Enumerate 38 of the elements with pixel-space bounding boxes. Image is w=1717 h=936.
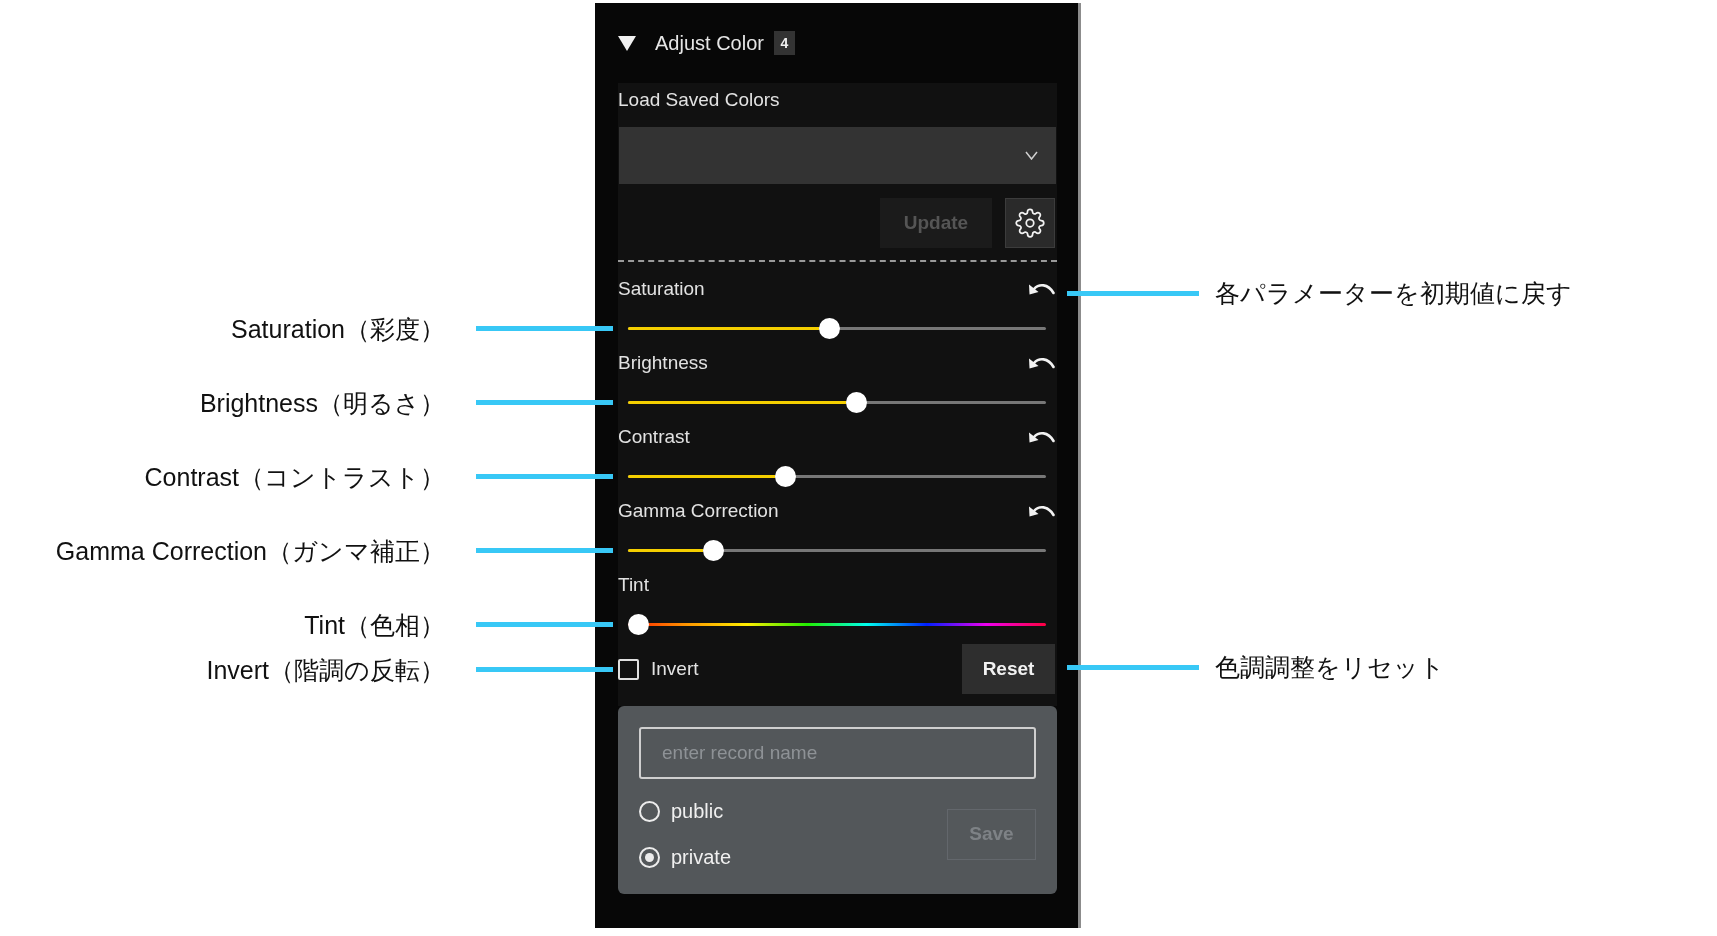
annotation-label: Saturation（彩度）	[231, 314, 445, 344]
undo-icon[interactable]	[1028, 430, 1055, 444]
radio-label[interactable]: public	[671, 796, 724, 826]
section-label: Load Saved Colors	[618, 88, 780, 112]
slider-label: Saturation	[618, 276, 705, 301]
annotation-label: Invert（階調の反転）	[206, 655, 445, 685]
settings-button[interactable]	[1005, 198, 1055, 248]
undo-icon[interactable]	[1028, 356, 1055, 370]
annotation-label: Tint（色相）	[304, 610, 445, 640]
slider-label: Tint	[618, 572, 649, 597]
slider-thumb[interactable]	[774, 465, 796, 487]
checkbox-label[interactable]: Invert	[651, 654, 699, 684]
radio-button[interactable]	[639, 800, 660, 822]
count-badge: 4	[773, 31, 795, 55]
annotation-label: 各パラメーターを初期値に戻す	[1215, 278, 1572, 308]
chevron-down-icon	[1025, 151, 1038, 160]
slider-thumb[interactable]	[628, 613, 649, 635]
checkbox[interactable]	[618, 658, 639, 680]
record-name-field[interactable]: enter record name	[639, 727, 1036, 779]
radio-button[interactable]	[639, 846, 660, 868]
annotation-label: Gamma Correction（ガンマ補正）	[55, 536, 445, 566]
annotation-label: Brightness（明るさ）	[199, 388, 445, 418]
slider-thumb[interactable]	[818, 317, 840, 339]
settings-icon	[1015, 208, 1045, 238]
dropdown-field[interactable]	[619, 127, 1056, 184]
undo-icon[interactable]	[1028, 282, 1055, 296]
radio-label[interactable]: private	[671, 842, 732, 872]
disclosure-triangle-icon[interactable]	[618, 35, 636, 51]
reset-button[interactable]: Reset	[962, 644, 1055, 694]
panel-title: Adjust Color	[655, 31, 764, 56]
slider-thumb[interactable]	[703, 539, 725, 561]
undo-icon[interactable]	[1028, 504, 1055, 518]
slider-label: Gamma Correction	[618, 498, 779, 523]
slider-label: Brightness	[618, 350, 708, 375]
slider-label: Contrast	[618, 424, 690, 449]
annotation-label: Contrast（コントラスト）	[144, 462, 445, 492]
annotation-label: 色調調整をリセット	[1215, 652, 1445, 682]
slider-thumb[interactable]	[846, 391, 868, 413]
